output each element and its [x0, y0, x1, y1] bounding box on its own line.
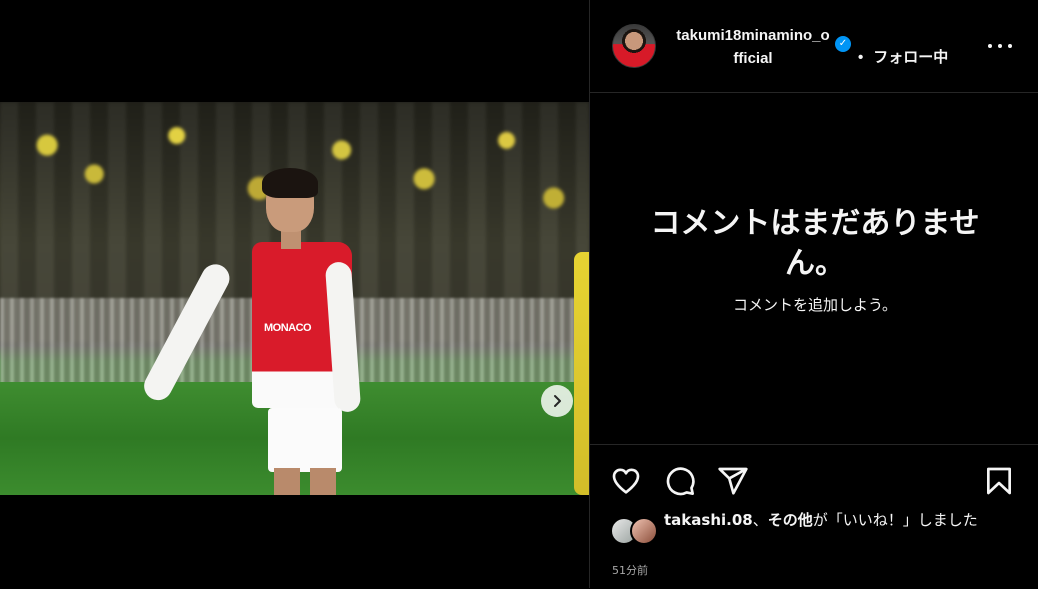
player-figure: MONACO [139, 168, 362, 495]
more-icon [988, 44, 992, 48]
post-side-pane: takumi18minamino_official ✓ • フォロー中 コメントは… [589, 0, 1038, 588]
player-hair [262, 168, 318, 198]
like-button[interactable] [610, 465, 642, 497]
bookmark-icon [987, 467, 1011, 495]
share-icon [718, 467, 748, 495]
likes-suffix: が「いいね！」しました [812, 511, 978, 529]
verified-badge-icon: ✓ [835, 36, 851, 52]
post-photo[interactable]: MONACO [0, 102, 589, 495]
follow-status-label: フォロー中 [873, 49, 949, 66]
post-header: takumi18minamino_official ✓ • フォロー中 [590, 0, 1038, 93]
post-actions: takashi.08、その他が「いいね！」しました 51分前 [590, 444, 1038, 589]
share-button[interactable] [717, 465, 749, 497]
player-shorts [268, 408, 342, 472]
post-timestamp[interactable]: 51分前 [612, 562, 648, 578]
follow-status-button[interactable]: • フォロー中 [858, 46, 948, 67]
jersey-sponsor-text: MONACO [264, 322, 312, 334]
next-slide-button[interactable] [541, 385, 573, 417]
likes-joiner: 、 [752, 511, 768, 529]
save-button[interactable] [983, 465, 1015, 497]
liker-avatars [610, 517, 662, 545]
liker-avatar[interactable] [630, 517, 658, 545]
add-comment-prompt: コメントを追加しよう。 [732, 296, 898, 314]
player-leg-left [274, 468, 300, 495]
comment-icon [666, 467, 695, 496]
more-icon-dot [1008, 44, 1012, 48]
chevron-right-icon [554, 395, 561, 407]
heart-icon [612, 468, 640, 494]
liker-username-link[interactable]: takashi.08 [664, 511, 753, 529]
comment-button[interactable] [664, 465, 696, 497]
author-avatar[interactable] [612, 24, 656, 68]
likes-text: takashi.08、その他が「いいね！」しました [664, 509, 1024, 532]
player-leg-right [310, 468, 336, 495]
more-options-button[interactable] [988, 40, 1012, 52]
opponent-player [574, 252, 589, 495]
likes-others-link[interactable]: その他 [768, 511, 813, 529]
post-media-pane: MONACO [0, 0, 589, 588]
more-icon-dot [998, 44, 1002, 48]
author-username[interactable]: takumi18minamino_official [676, 24, 830, 70]
separator-dot: • [858, 49, 864, 66]
no-comments-title: コメントはまだありません。 [650, 206, 980, 281]
